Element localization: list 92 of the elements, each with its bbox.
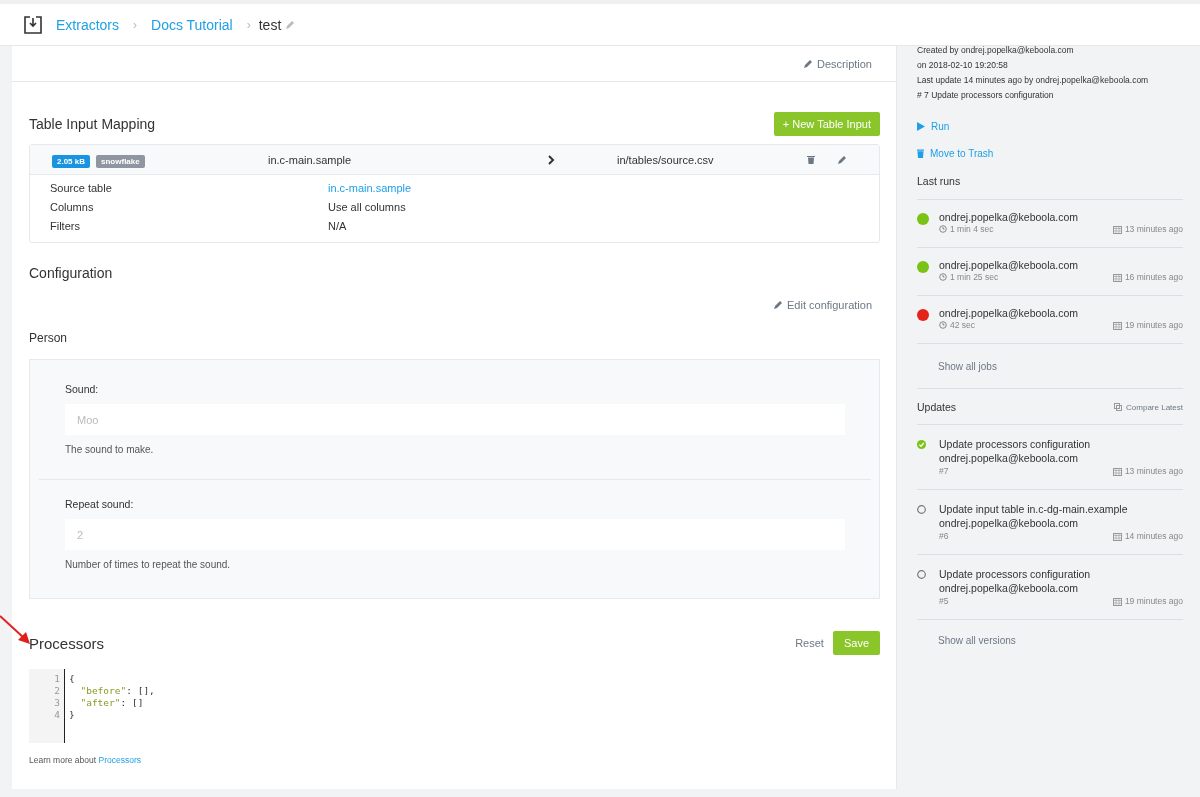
detail-label: Source table bbox=[50, 182, 113, 194]
detail-value: N/A bbox=[328, 220, 347, 232]
source-table: in.c-main.sample bbox=[268, 153, 548, 166]
detail-value: Use all columns bbox=[328, 201, 406, 213]
info-text: Created by ondrej.popelka@keboola.com bbox=[917, 44, 1075, 57]
update-time: 14 minutes ago bbox=[1112, 531, 1183, 541]
chevron-separator: › bbox=[133, 17, 137, 32]
line-number: 3 bbox=[53, 697, 60, 709]
version-number: #6 bbox=[939, 531, 949, 541]
detail-label: Filters bbox=[50, 220, 81, 232]
update-user: ondrej.popelka@keboola.com bbox=[939, 517, 1080, 529]
line-number: 1 bbox=[53, 673, 60, 685]
pencil-icon bbox=[802, 58, 813, 69]
breadcrumb-link[interactable]: Extractors bbox=[56, 16, 119, 33]
calendar-icon bbox=[1112, 272, 1122, 282]
breadcrumb-link[interactable]: Docs Tutorial bbox=[151, 16, 233, 33]
calendar-icon bbox=[1112, 224, 1122, 234]
field-help: The sound to make. bbox=[65, 444, 155, 455]
update-title: Update processors configuration bbox=[939, 438, 1092, 450]
section-heading: Updates bbox=[917, 401, 957, 413]
compare-icon bbox=[1114, 403, 1123, 411]
calendar-icon bbox=[1112, 466, 1122, 476]
calendar-icon bbox=[1112, 320, 1122, 330]
version-number: #5 bbox=[939, 596, 949, 606]
line-number: 4 bbox=[53, 709, 60, 721]
size-badge: 2.05 kB bbox=[52, 154, 91, 168]
calendar-icon bbox=[1112, 531, 1122, 541]
show-all-jobs-link[interactable]: Show all jobs bbox=[938, 361, 997, 372]
update-user: ondrej.popelka@keboola.com bbox=[939, 452, 1080, 464]
detail-label: Columns bbox=[50, 201, 95, 213]
run-duration: 1 min 25 sec bbox=[939, 272, 1113, 282]
section-heading: Configuration bbox=[29, 265, 114, 281]
code-editor[interactable]: 1 2 3 4 { "before": [], "after": [] } bbox=[29, 669, 249, 743]
edit-configuration-link[interactable]: Edit configuration bbox=[773, 299, 872, 311]
field-label: Repeat sound: bbox=[65, 498, 135, 510]
run-duration: 1 min 4 sec bbox=[939, 224, 1113, 234]
info-text: Last update 14 minutes ago by ondrej.popelka@keboola.com bbox=[917, 74, 1150, 87]
show-all-versions-link[interactable]: Show all versions bbox=[938, 635, 1016, 646]
run-time: 16 minutes ago bbox=[1112, 272, 1183, 282]
chevron-right-icon bbox=[548, 154, 555, 165]
code-line: { bbox=[69, 673, 76, 685]
run-time: 13 minutes ago bbox=[1112, 224, 1183, 234]
pencil-icon bbox=[773, 300, 783, 310]
clock-icon bbox=[939, 321, 947, 329]
info-text: on 2018-02-10 19:20:58 bbox=[917, 59, 1009, 72]
code-line: "before": [], bbox=[79, 685, 155, 697]
calendar-icon bbox=[1112, 596, 1122, 606]
code-line: } bbox=[69, 709, 76, 721]
backend-badge: snowflake bbox=[96, 154, 145, 168]
edit-icon bbox=[837, 154, 847, 165]
run-duration: 42 sec bbox=[939, 320, 1113, 330]
update-time: 19 minutes ago bbox=[1112, 596, 1183, 606]
subsection-heading: Person bbox=[29, 331, 69, 345]
field-label: Sound: bbox=[65, 383, 100, 395]
input-field[interactable]: 2 bbox=[65, 519, 845, 550]
download-box-icon bbox=[24, 15, 42, 34]
chevron-separator: › bbox=[246, 17, 251, 32]
reset-button[interactable]: Reset bbox=[795, 637, 824, 649]
field-help: Number of times to repeat the sound. bbox=[65, 559, 232, 570]
description-link[interactable]: Description bbox=[802, 57, 872, 70]
run-link[interactable]: Run bbox=[917, 121, 1183, 132]
update-title: Update input table in.c-dg-main.example bbox=[939, 503, 1129, 515]
run-user: ondrej.popelka@keboola.com bbox=[939, 259, 1080, 271]
clock-icon bbox=[939, 225, 947, 233]
update-title: Update processors configuration bbox=[939, 568, 1092, 580]
learn-more-text: Learn more about Processors bbox=[29, 755, 142, 765]
section-heading: Table Input Mapping bbox=[29, 116, 156, 132]
edit-title-icon bbox=[285, 19, 296, 30]
update-user: ondrej.popelka@keboola.com bbox=[939, 582, 1080, 594]
input-field[interactable]: Moo bbox=[65, 404, 845, 435]
run-user: ondrej.popelka@keboola.com bbox=[939, 307, 1080, 319]
line-number: 2 bbox=[53, 685, 60, 697]
trash-link[interactable]: Move to Trash bbox=[917, 148, 1183, 159]
destination-file: in/tables/source.csv bbox=[617, 153, 715, 166]
update-time: 13 minutes ago bbox=[1112, 466, 1183, 476]
section-heading: Last runs bbox=[917, 175, 1183, 200]
info-text: # 7 Update processors configuration bbox=[917, 89, 1055, 102]
annotation-arrow bbox=[0, 615, 32, 645]
page-title: test bbox=[258, 16, 282, 33]
trash-icon bbox=[917, 149, 924, 158]
version-number: #7 bbox=[939, 466, 949, 476]
source-table-link[interactable]: in.c-main.sample bbox=[328, 182, 412, 194]
run-time: 19 minutes ago bbox=[1112, 320, 1183, 330]
trash-icon[interactable] bbox=[807, 155, 815, 164]
play-icon bbox=[917, 122, 925, 131]
compare-latest-link[interactable]: Compare Latest bbox=[1114, 402, 1183, 412]
run-user: ondrej.popelka@keboola.com bbox=[939, 211, 1080, 223]
code-line: "after": [] bbox=[79, 697, 145, 709]
clock-icon bbox=[939, 273, 947, 281]
mapping-row[interactable]: 2.05 kB snowflake in.c-main.sample in/tables/source.csv bbox=[30, 145, 879, 175]
processors-link[interactable]: Processors bbox=[98, 755, 141, 765]
section-heading: Processors bbox=[29, 634, 105, 652]
